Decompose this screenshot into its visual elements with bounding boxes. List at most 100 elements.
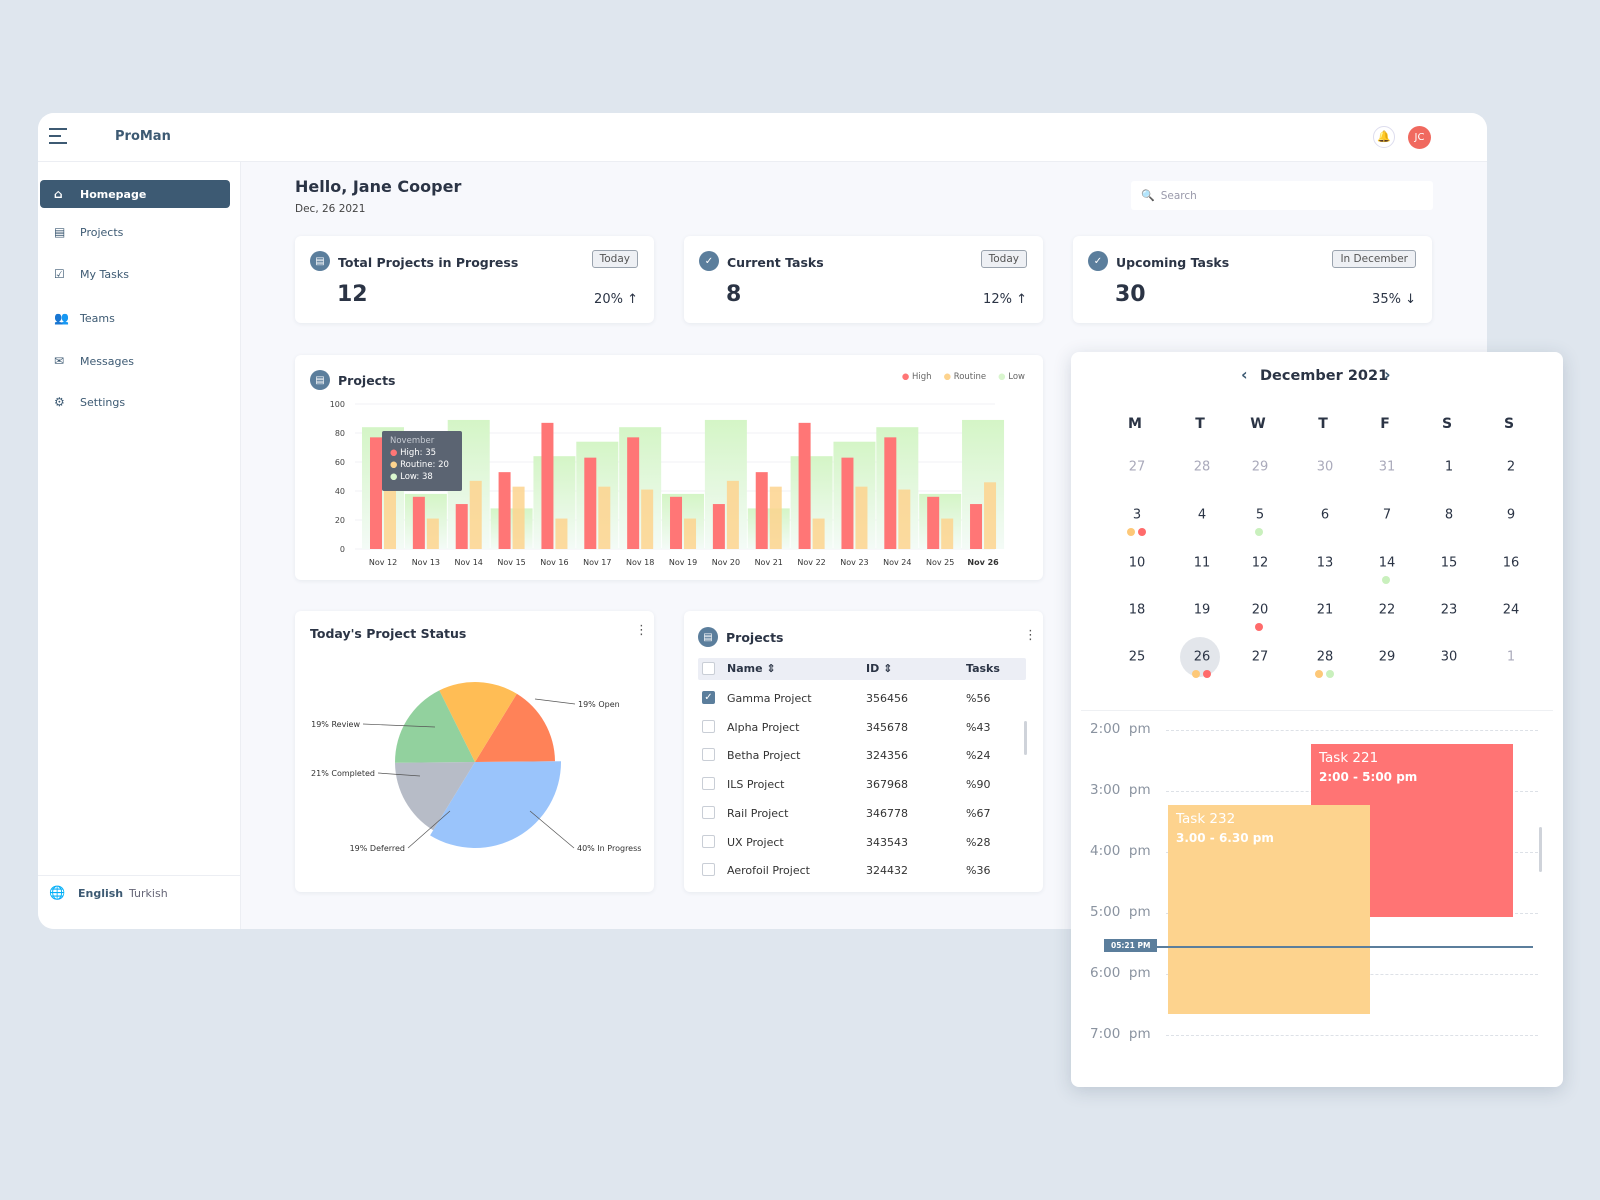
calendar-day[interactable]: 29 bbox=[1252, 460, 1269, 475]
table-row[interactable]: ✓ Gamma Project 356456 %56 bbox=[698, 689, 1018, 709]
header-id[interactable]: ID ⇕ bbox=[866, 662, 892, 675]
table-row[interactable]: Betha Project 324356 %24 bbox=[698, 746, 1018, 766]
y-tick-label: 40 bbox=[335, 487, 345, 496]
sidebar-item-settings[interactable]: ⚙ Settings bbox=[40, 388, 230, 416]
search-input[interactable]: 🔍 Search bbox=[1131, 181, 1433, 210]
table-row[interactable]: UX Project 343543 %28 bbox=[698, 833, 1018, 853]
row-checkbox[interactable] bbox=[702, 719, 715, 733]
select-all-checkbox[interactable] bbox=[702, 662, 715, 675]
tooltip-low: Low: 38 bbox=[400, 472, 433, 482]
calendar-day[interactable]: 10 bbox=[1129, 556, 1146, 571]
sidebar-item-my-tasks[interactable]: ☑ My Tasks bbox=[40, 260, 230, 288]
calendar-day[interactable]: 4 bbox=[1198, 508, 1206, 523]
project-tasks: %36 bbox=[966, 864, 991, 878]
stat-change: 20% ↑ bbox=[594, 292, 638, 307]
period-badge[interactable]: Today bbox=[980, 250, 1027, 268]
calendar-day[interactable]: 13 bbox=[1317, 556, 1334, 571]
calendar-day[interactable]: 5 bbox=[1256, 508, 1264, 523]
bar-high bbox=[798, 422, 811, 549]
users-icon: 👥 bbox=[54, 311, 69, 325]
calendar-day[interactable]: 21 bbox=[1317, 603, 1334, 618]
bar-routine bbox=[898, 489, 911, 549]
header-tasks: Tasks bbox=[966, 662, 1000, 675]
table-row[interactable]: Aerofoil Project 324432 %36 bbox=[698, 861, 1018, 881]
calendar-day[interactable]: 22 bbox=[1379, 603, 1396, 618]
calendar-day[interactable]: 24 bbox=[1503, 603, 1520, 618]
period-badge[interactable]: In December bbox=[1332, 250, 1416, 268]
timeline-scrollbar[interactable] bbox=[1539, 827, 1542, 872]
table-row[interactable]: Alpha Project 345678 %43 bbox=[698, 718, 1018, 738]
calendar-day[interactable]: 30 bbox=[1441, 650, 1458, 665]
calendar-day[interactable]: 28 bbox=[1194, 460, 1211, 475]
hour-label: 5:00 pm bbox=[1090, 904, 1151, 920]
sidebar-item-messages[interactable]: ✉ Messages bbox=[40, 347, 230, 375]
calendar-day[interactable]: 1 bbox=[1507, 650, 1515, 665]
bar-routine bbox=[941, 518, 954, 549]
bar-high bbox=[498, 472, 511, 549]
calendar-day[interactable]: 7 bbox=[1383, 508, 1391, 523]
x-tick-label: Nov 21 bbox=[755, 558, 783, 567]
calendar-day[interactable]: 27 bbox=[1129, 460, 1146, 475]
sidebar-item-projects[interactable]: ▤ Projects bbox=[40, 218, 230, 246]
calendar-day[interactable]: 19 bbox=[1194, 603, 1211, 618]
calendar-day[interactable]: 28 bbox=[1317, 650, 1334, 665]
calendar-day[interactable]: 26 bbox=[1194, 650, 1211, 665]
table-row[interactable]: Rail Project 346778 %67 bbox=[698, 804, 1018, 824]
bar-high bbox=[927, 496, 940, 549]
weekday-label: T bbox=[1318, 416, 1328, 432]
calendar-day[interactable]: 18 bbox=[1129, 603, 1146, 618]
calendar-day[interactable]: 11 bbox=[1194, 556, 1211, 571]
row-checkbox[interactable] bbox=[702, 777, 715, 791]
language-english[interactable]: English bbox=[78, 887, 123, 900]
bar-routine bbox=[384, 489, 396, 549]
bell-icon[interactable]: 🔔 bbox=[1373, 126, 1395, 148]
sidebar-item-homepage[interactable]: ⌂ Homepage bbox=[40, 180, 230, 208]
calendar-day[interactable]: 23 bbox=[1441, 603, 1458, 618]
calendar-day[interactable]: 31 bbox=[1379, 460, 1396, 475]
language-turkish[interactable]: Turkish bbox=[129, 887, 168, 900]
calendar-day[interactable]: 20 bbox=[1252, 603, 1269, 618]
row-checkbox[interactable] bbox=[702, 748, 715, 762]
period-badge[interactable]: Today bbox=[591, 250, 638, 268]
calendar-day[interactable]: 29 bbox=[1379, 650, 1396, 665]
project-id: 324432 bbox=[866, 864, 908, 878]
project-id: 356456 bbox=[866, 692, 908, 705]
calendar-day[interactable]: 25 bbox=[1129, 650, 1146, 665]
calendar-day[interactable]: 15 bbox=[1441, 556, 1458, 571]
calendar-day[interactable]: 12 bbox=[1252, 556, 1269, 571]
calendar-day[interactable]: 9 bbox=[1507, 508, 1515, 523]
calendar-day[interactable]: 2 bbox=[1507, 460, 1515, 475]
avatar[interactable]: JC bbox=[1408, 126, 1431, 149]
app-title: ProMan bbox=[115, 129, 171, 144]
more-options-icon[interactable]: ⋮ bbox=[1024, 628, 1037, 643]
task-event[interactable]: Task 232 3.00 - 6.30 pm bbox=[1168, 805, 1370, 1014]
calendar-day[interactable]: 14 bbox=[1379, 556, 1396, 571]
current-time-line bbox=[1153, 946, 1533, 948]
calendar-day[interactable]: 3 bbox=[1133, 508, 1141, 523]
chart-tooltip: November ● High: 35 ● Routine: 20 ● Low:… bbox=[382, 431, 462, 491]
table-header: Name ⇕ ID ⇕ Tasks bbox=[698, 658, 1026, 680]
table-row[interactable]: ILS Project 367968 %90 bbox=[698, 775, 1018, 795]
calendar-day[interactable]: 6 bbox=[1321, 508, 1329, 523]
table-scrollbar[interactable] bbox=[1024, 721, 1027, 755]
calendar-day[interactable]: 8 bbox=[1445, 508, 1453, 523]
calendar-day[interactable]: 30 bbox=[1317, 460, 1334, 475]
event-dot bbox=[1255, 528, 1263, 536]
next-month-button[interactable]: › bbox=[1384, 365, 1391, 384]
search-placeholder: Search bbox=[1160, 189, 1197, 202]
x-tick-label: Nov 23 bbox=[840, 558, 868, 567]
sidebar-item-teams[interactable]: 👥 Teams bbox=[40, 304, 230, 332]
x-tick-label: Nov 14 bbox=[455, 558, 483, 567]
prev-month-button[interactable]: ‹ bbox=[1241, 365, 1248, 384]
row-checkbox[interactable] bbox=[702, 834, 715, 848]
y-tick-label: 60 bbox=[335, 458, 345, 467]
pie-label: 19% Deferred bbox=[350, 844, 405, 853]
calendar-day[interactable]: 27 bbox=[1252, 650, 1269, 665]
row-checkbox[interactable] bbox=[702, 805, 715, 819]
row-checkbox[interactable] bbox=[702, 863, 715, 877]
header-name[interactable]: Name ⇕ bbox=[727, 662, 776, 675]
row-checkbox[interactable]: ✓ bbox=[702, 691, 715, 704]
hamburger-menu-icon[interactable] bbox=[49, 128, 69, 146]
calendar-day[interactable]: 16 bbox=[1503, 556, 1520, 571]
calendar-day[interactable]: 1 bbox=[1445, 460, 1453, 475]
